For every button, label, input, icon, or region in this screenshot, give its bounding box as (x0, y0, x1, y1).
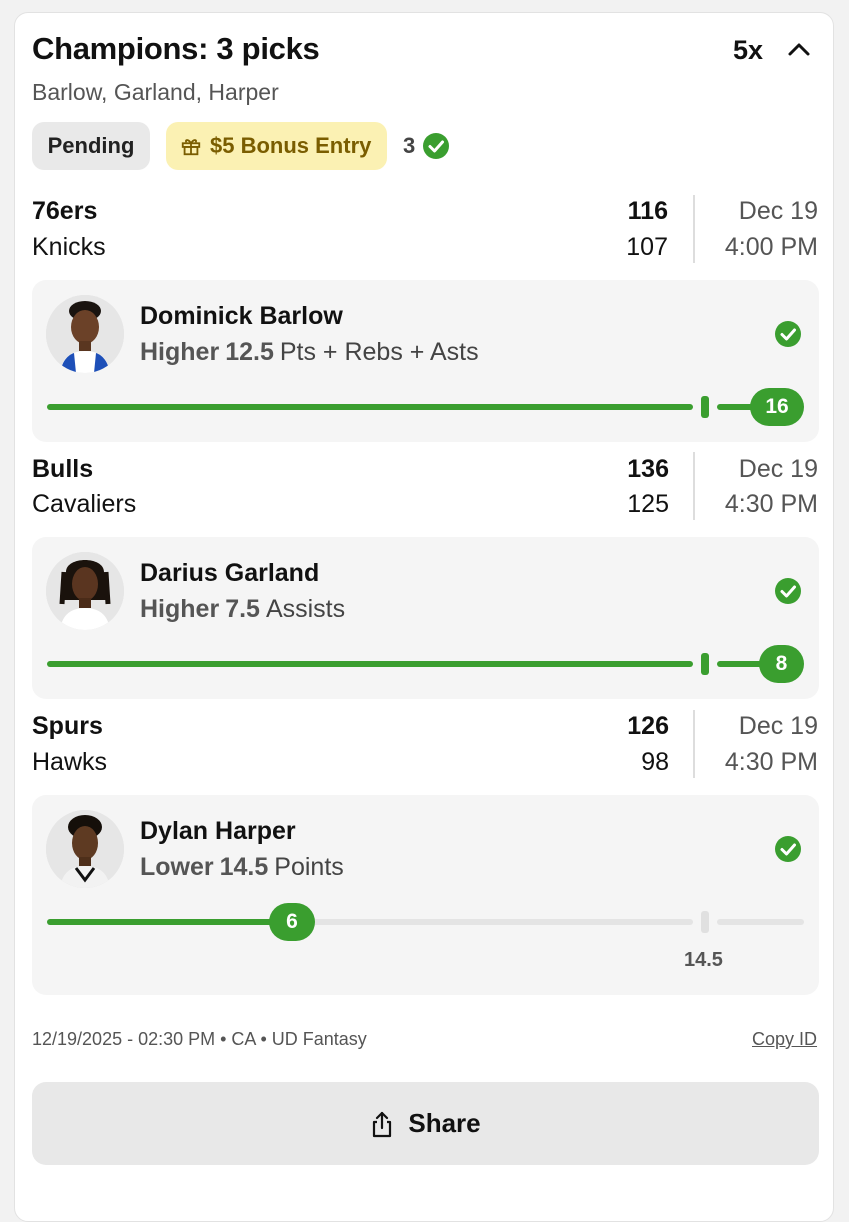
progress-bar (47, 661, 693, 667)
avatar (46, 810, 124, 888)
entry-card: Champions: 3 picks 5x Barlow, Garland, H… (14, 12, 834, 1222)
pick-line: Higher 12.5 Pts + Rebs + Asts (140, 338, 479, 367)
pick-direction: Higher (140, 595, 220, 623)
pick-line-value: 7.5 (225, 595, 260, 623)
payout-multiplier: 5x (733, 35, 764, 65)
check-circle-icon (775, 836, 801, 862)
game-time: 4:30 PM (724, 490, 818, 518)
entry-title: Champions: 3 picks (32, 31, 320, 66)
avatar (46, 552, 124, 630)
bonus-label: $5 Bonus Entry (210, 133, 372, 158)
game-score-1: 126 (627, 712, 669, 740)
pick-card[interactable]: Darius Garland Higher 7.5 Assists 8 (32, 537, 819, 699)
pick-direction: Higher (140, 338, 220, 366)
game-date: Dec 19 (738, 455, 818, 483)
pick-line: Lower 14.5 Points (140, 853, 344, 882)
actual-value-bubble: 6 (269, 903, 315, 941)
check-circle-icon (423, 133, 449, 159)
avatar (46, 295, 124, 373)
players-summary: Barlow, Garland, Harper (32, 79, 279, 105)
progress-track-extra (717, 919, 804, 925)
check-circle-icon (775, 321, 801, 347)
progress-bar (47, 404, 693, 410)
game-team-2: Knicks (32, 233, 106, 261)
game-score-2: 125 (627, 490, 669, 518)
progress-bar (47, 919, 293, 925)
actual-value-bubble: 8 (759, 645, 804, 683)
gift-icon (181, 139, 201, 156)
pick-stat: Assists (265, 595, 346, 623)
game-score-2: 107 (626, 233, 668, 261)
player-name: Dominick Barlow (140, 302, 343, 330)
pick-card[interactable]: Dylan Harper Lower 14.5 Points 6 14.5 (32, 795, 819, 995)
game-time: 4:00 PM (724, 233, 818, 261)
game-time: 4:30 PM (724, 748, 818, 776)
entry-meta: 12/19/2025 - 02:30 PM • CA • UD Fantasy (32, 1029, 367, 1049)
game-score-2: 98 (641, 748, 669, 776)
game-team-1: Spurs (32, 712, 103, 740)
game-date: Dec 19 (738, 197, 818, 225)
share-label: Share (408, 1108, 481, 1138)
bonus-badge: $5 Bonus Entry (166, 122, 387, 170)
share-button[interactable]: Share (32, 1082, 819, 1165)
line-marker (701, 911, 709, 933)
pick-line-value: 12.5 (225, 338, 274, 366)
correct-count: 3 (403, 133, 416, 158)
copy-id-link[interactable]: Copy ID (752, 1029, 817, 1050)
game-score-1: 136 (627, 455, 669, 483)
pick-card[interactable]: Dominick Barlow Higher 12.5 Pts + Rebs + A… (32, 280, 819, 442)
line-marker (701, 396, 709, 418)
actual-value-bubble: 16 (750, 388, 804, 426)
pick-line: Higher 7.5 Assists (140, 595, 345, 624)
game-score-1: 116 (627, 197, 668, 225)
check-circle-icon (775, 578, 801, 604)
pick-line-value: 14.5 (219, 853, 269, 881)
pick-stat: Pts + Rebs + Asts (279, 338, 479, 366)
game-team-2: Cavaliers (32, 490, 137, 518)
game-team-1: 76ers (32, 197, 98, 225)
line-marker (701, 653, 709, 675)
game-date: Dec 19 (738, 712, 818, 740)
line-value-label: 14.5 (684, 949, 723, 971)
pick-direction: Lower (140, 853, 214, 881)
pick-stat: Points (274, 853, 344, 881)
share-icon (373, 1111, 392, 1137)
player-name: Darius Garland (140, 559, 320, 587)
status-badge: Pending (32, 122, 150, 170)
player-name: Dylan Harper (140, 817, 296, 845)
chevron-up-icon[interactable] (785, 37, 813, 61)
game-team-2: Hawks (32, 748, 108, 776)
game-team-1: Bulls (32, 455, 94, 483)
